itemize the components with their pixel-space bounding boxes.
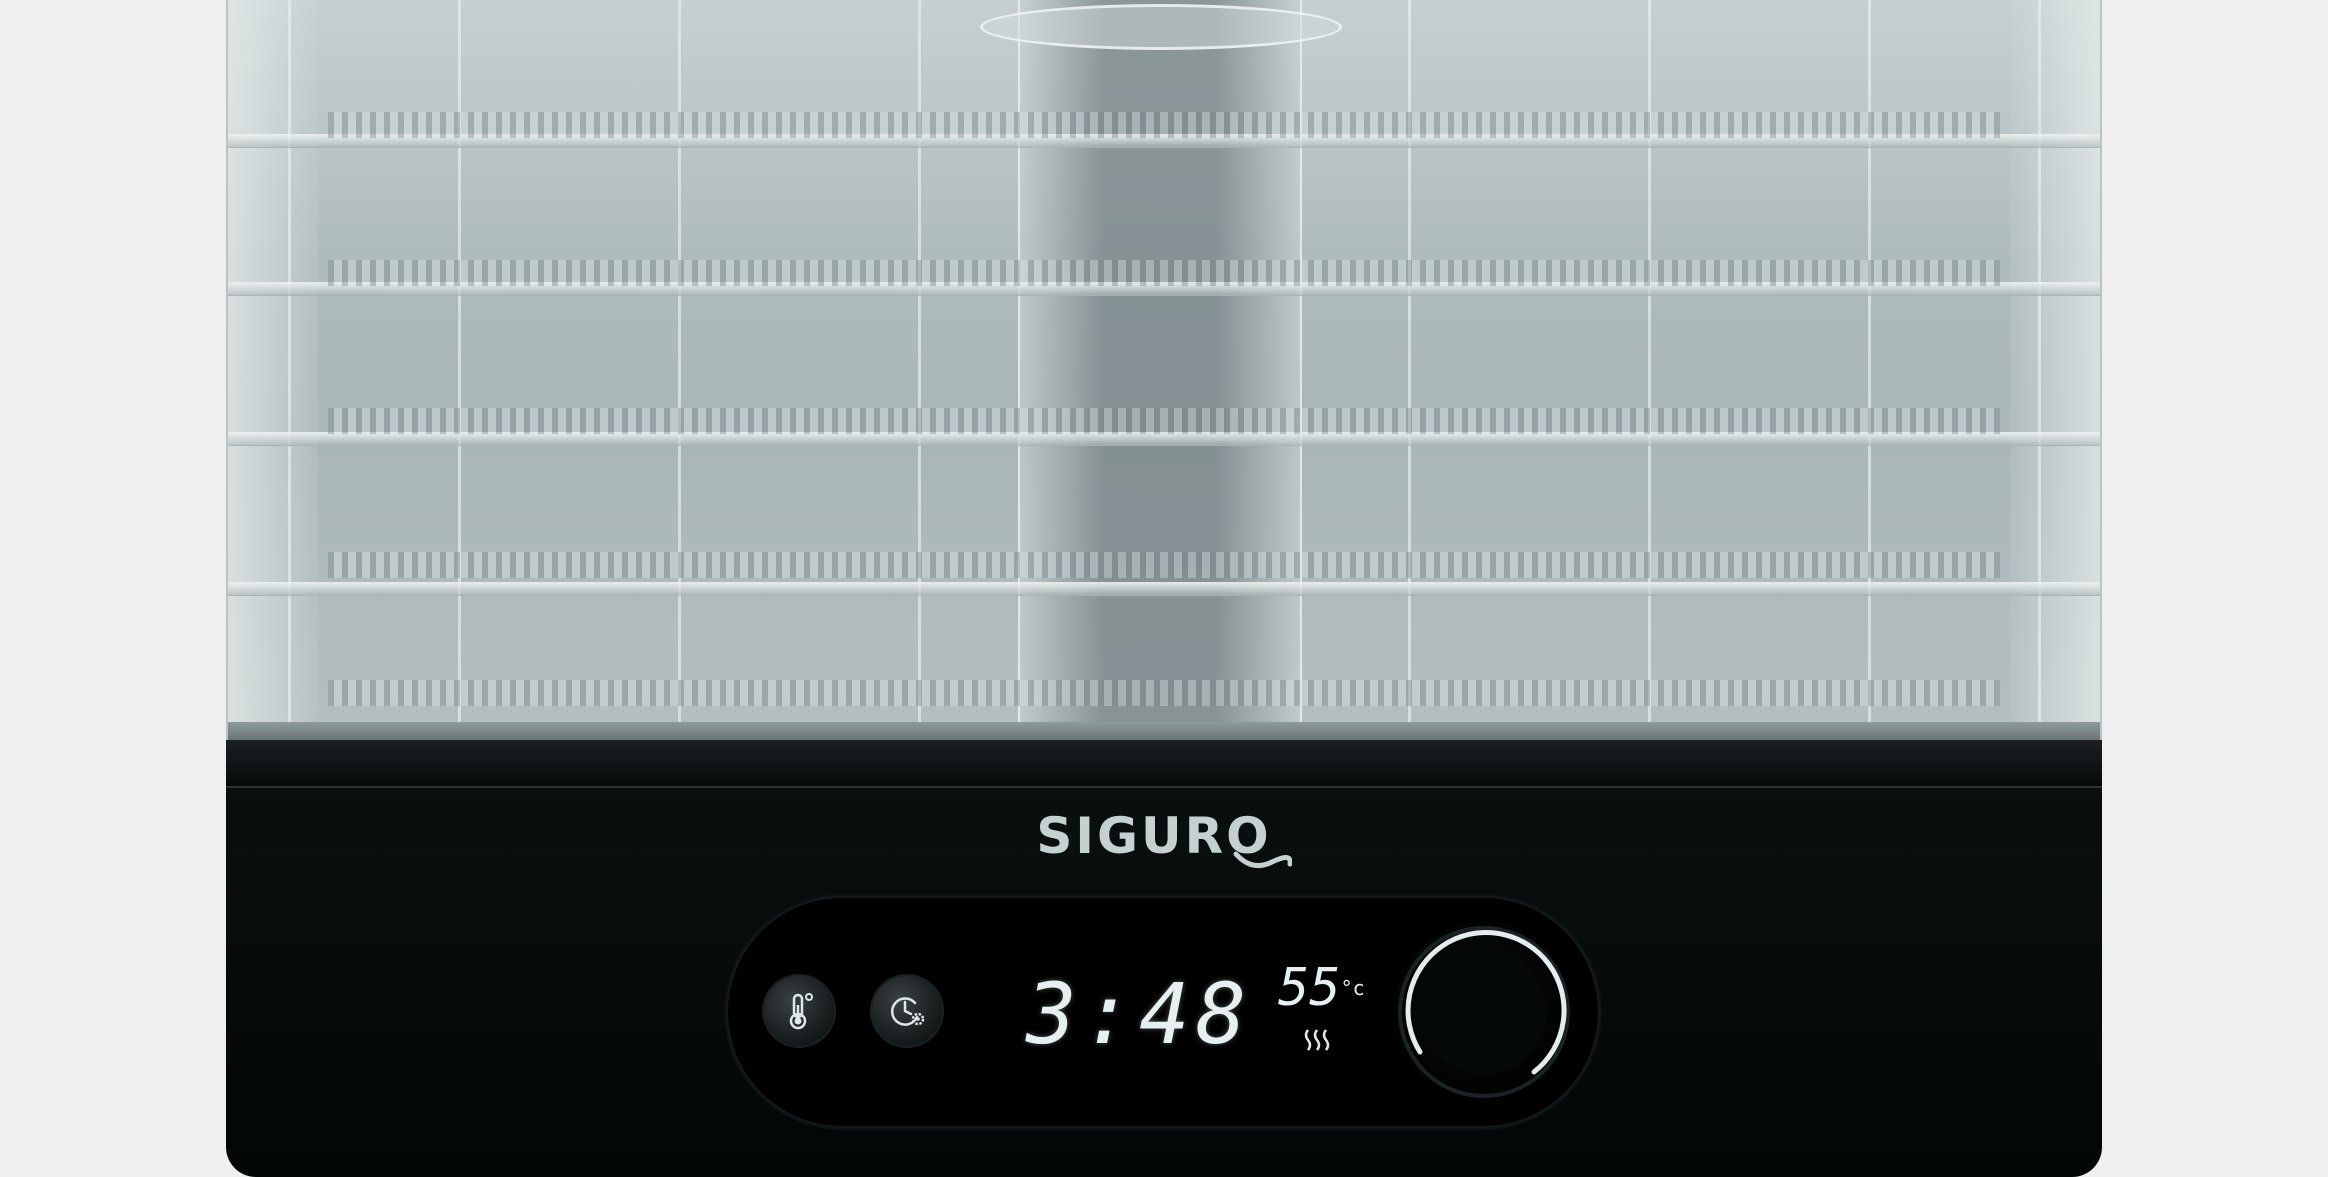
food-dehydrator-product-image: SIGURO 3:48 55°c — [0, 0, 2328, 1177]
temperature-display: 55°c — [1278, 958, 1365, 1018]
control-panel: 3:48 55°c — [726, 896, 1600, 1128]
tray-rib — [1408, 0, 1411, 740]
temperature-unit: °c — [1340, 976, 1365, 1000]
dial-ring-icon — [1398, 926, 1570, 1098]
tray-rib — [2038, 0, 2041, 740]
logo-swoosh-icon — [1233, 851, 1292, 869]
tray-mesh — [328, 552, 2000, 578]
tray-floor — [228, 722, 2100, 740]
tray-side-right — [2010, 0, 2100, 740]
base-top-edge — [226, 740, 2102, 788]
center-air-tower — [1018, 0, 1302, 728]
temperature-value: 55 — [1278, 958, 1341, 1018]
timer-button[interactable] — [872, 976, 942, 1046]
tray-side-left — [228, 0, 318, 740]
clock-settings-icon — [890, 997, 925, 1026]
tray-rib — [1648, 0, 1651, 740]
thermometer-icon — [789, 993, 813, 1030]
center-tower-cap — [980, 4, 1342, 50]
time-display: 3:48 — [1026, 965, 1253, 1063]
tray-rib — [1868, 0, 1871, 740]
tray-mesh — [328, 680, 2000, 706]
temperature-button[interactable] — [764, 976, 834, 1046]
tray-rib — [458, 0, 461, 740]
control-dial[interactable] — [1394, 922, 1574, 1102]
tray-rib — [918, 0, 921, 740]
tray-rib — [288, 0, 291, 740]
tray-mesh — [328, 260, 2000, 286]
tray-rib — [678, 0, 681, 740]
tray-rim — [228, 582, 2100, 596]
heat-waves-icon — [1304, 1029, 1330, 1051]
tray-rim — [228, 432, 2100, 446]
tray-mesh — [328, 408, 2000, 434]
tray-mesh — [328, 112, 2000, 138]
transparent-tray-stack — [226, 0, 2102, 740]
brand-logo: SIGURO — [226, 796, 2102, 876]
